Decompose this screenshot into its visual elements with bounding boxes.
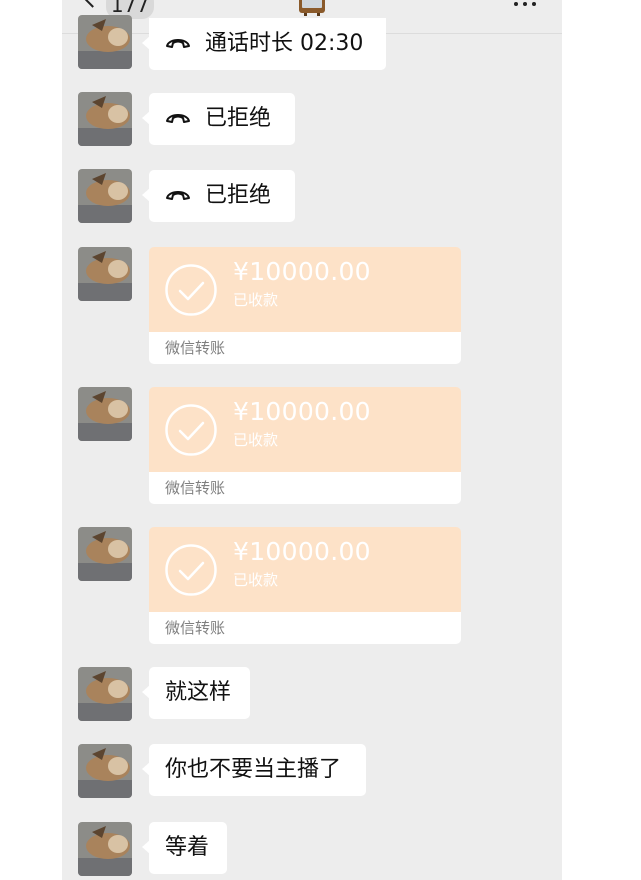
- avatar[interactable]: [78, 247, 132, 301]
- transfer-card-footer: 微信转账: [149, 472, 461, 504]
- transfer-card-header: ¥10000.00 已收款: [149, 247, 461, 332]
- tv-icon: [299, 0, 325, 16]
- check-circle-icon: [165, 404, 217, 456]
- phone-hangup-icon: [166, 39, 190, 48]
- transfer-status: 已收款: [233, 431, 279, 449]
- transfer-label: 微信转账: [165, 339, 226, 357]
- avatar[interactable]: [78, 744, 132, 798]
- transfer-status: 已收款: [233, 291, 279, 309]
- transfer-status: 已收款: [233, 571, 279, 589]
- phone-hangup-icon: [166, 114, 190, 123]
- chat-screen: 177 通话时长 02:30 已拒绝 已拒绝 ¥10000.00 已收款 微信转…: [62, 0, 562, 880]
- transfer-card[interactable]: ¥10000.00 已收款 微信转账: [149, 247, 461, 364]
- phone-hangup-icon: [166, 191, 190, 200]
- call-text: 已拒绝: [205, 106, 272, 131]
- call-text: 通话时长 02:30: [205, 31, 364, 56]
- check-circle-icon: [165, 264, 217, 316]
- transfer-card-footer: 微信转账: [149, 332, 461, 364]
- transfer-card-header: ¥10000.00 已收款: [149, 527, 461, 612]
- transfer-card[interactable]: ¥10000.00 已收款 微信转账: [149, 527, 461, 644]
- message-text: 你也不要当主播了: [165, 757, 342, 782]
- text-message-bubble[interactable]: 等着: [142, 822, 227, 874]
- chevron-left-icon[interactable]: [82, 0, 96, 16]
- transfer-amount: ¥10000.00: [233, 397, 371, 426]
- avatar[interactable]: [78, 92, 132, 146]
- transfer-label: 微信转账: [165, 479, 226, 497]
- avatar[interactable]: [78, 169, 132, 223]
- check-circle-icon: [165, 544, 217, 596]
- call-message-bubble[interactable]: 已拒绝: [142, 170, 295, 222]
- transfer-amount: ¥10000.00: [233, 537, 371, 566]
- transfer-amount: ¥10000.00: [233, 257, 371, 286]
- transfer-card-footer: 微信转账: [149, 612, 461, 644]
- avatar[interactable]: [78, 15, 132, 69]
- message-text: 就这样: [165, 680, 232, 705]
- text-message-bubble[interactable]: 就这样: [142, 667, 250, 719]
- text-message-bubble[interactable]: 你也不要当主播了: [142, 744, 366, 796]
- call-text: 已拒绝: [205, 183, 272, 208]
- call-message-bubble[interactable]: 通话时长 02:30: [142, 18, 386, 70]
- avatar[interactable]: [78, 527, 132, 581]
- avatar[interactable]: [78, 667, 132, 721]
- avatar[interactable]: [78, 387, 132, 441]
- message-text: 等着: [165, 835, 210, 860]
- transfer-card[interactable]: ¥10000.00 已收款 微信转账: [149, 387, 461, 504]
- call-message-bubble[interactable]: 已拒绝: [142, 93, 295, 145]
- transfer-label: 微信转账: [165, 619, 226, 637]
- avatar[interactable]: [78, 822, 132, 876]
- ellipsis-icon[interactable]: [512, 0, 538, 10]
- transfer-card-header: ¥10000.00 已收款: [149, 387, 461, 472]
